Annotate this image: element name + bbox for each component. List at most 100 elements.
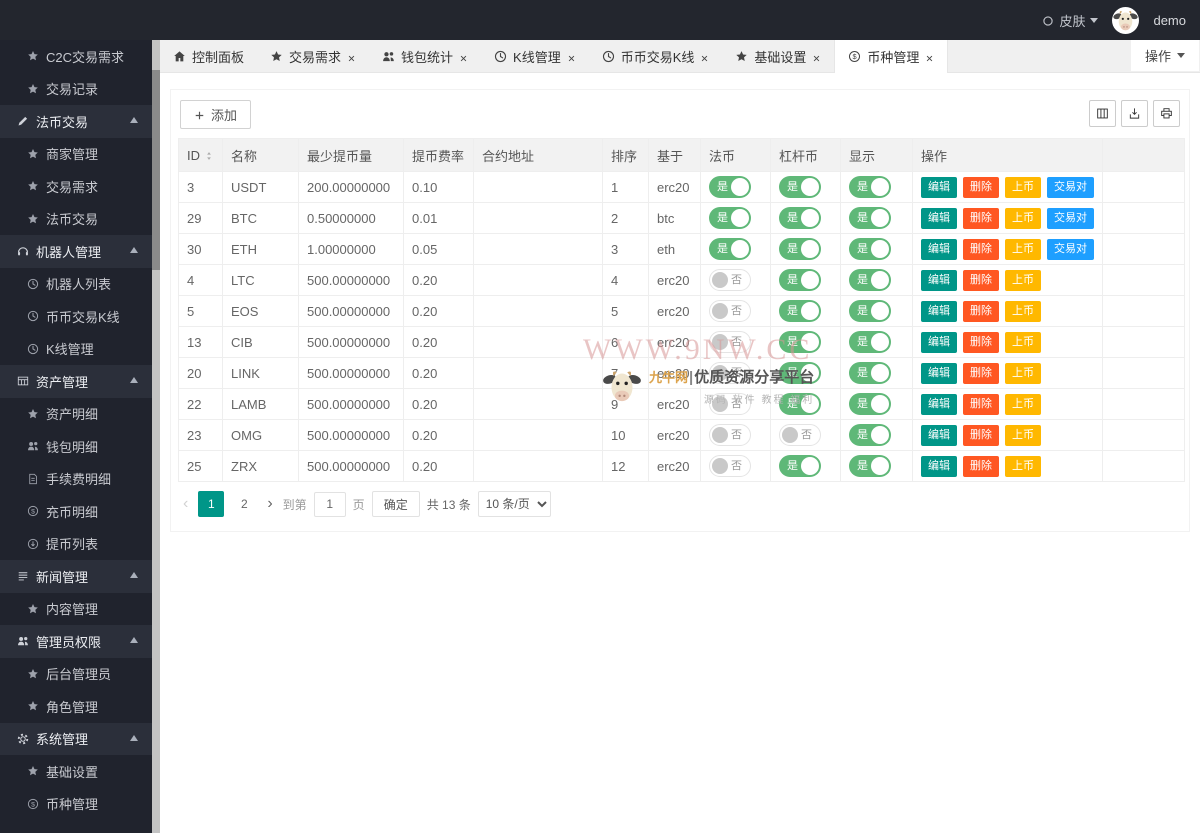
tab-close-button[interactable] <box>812 49 821 64</box>
listing-button[interactable]: 上币 <box>1005 394 1041 415</box>
edit-button[interactable]: 编辑 <box>921 394 957 415</box>
fiat-toggle[interactable]: 否 <box>709 269 751 291</box>
tab-close-button[interactable] <box>700 49 709 64</box>
sidebar-item[interactable]: 法币交易 <box>0 203 152 236</box>
tab-close-button[interactable] <box>567 49 576 64</box>
pair-button[interactable]: 交易对 <box>1047 239 1094 260</box>
sidebar-item[interactable]: 内容管理 <box>0 593 152 626</box>
show-toggle[interactable]: 是 <box>849 393 891 415</box>
sidebar-item[interactable]: 角色管理 <box>0 690 152 723</box>
lever-toggle[interactable]: 否 <box>779 424 821 446</box>
print-button[interactable] <box>1153 100 1180 127</box>
tab-close-button[interactable] <box>459 49 468 64</box>
tab-钱包统计[interactable]: 钱包统计 <box>369 40 481 72</box>
fiat-toggle[interactable]: 否 <box>709 424 751 446</box>
sidebar-scrollbar[interactable] <box>152 40 160 833</box>
listing-button[interactable]: 上币 <box>1005 239 1041 260</box>
tab-币币交易K线[interactable]: 币币交易K线 <box>589 40 723 72</box>
lever-toggle[interactable]: 是 <box>779 300 821 322</box>
tab-close-button[interactable] <box>347 49 356 64</box>
tab-币种管理[interactable]: $币种管理 <box>834 40 948 73</box>
lever-toggle[interactable]: 是 <box>779 455 821 477</box>
close-icon[interactable] <box>700 54 709 63</box>
sidebar-item[interactable]: 手续费明细 <box>0 463 152 496</box>
lever-toggle[interactable]: 是 <box>779 176 821 198</box>
close-icon[interactable] <box>925 54 934 63</box>
avatar[interactable] <box>1112 7 1139 34</box>
sidebar-item[interactable]: 商家管理 <box>0 138 152 171</box>
lever-toggle[interactable]: 是 <box>779 393 821 415</box>
next-page-button[interactable]: › <box>264 491 275 517</box>
page-number-button[interactable]: 1 <box>198 491 224 517</box>
page-number-button[interactable]: 2 <box>231 491 257 517</box>
close-icon[interactable] <box>567 54 576 63</box>
show-toggle[interactable]: 是 <box>849 269 891 291</box>
edit-button[interactable]: 编辑 <box>921 456 957 477</box>
fiat-toggle[interactable]: 是 <box>709 207 751 229</box>
goto-confirm-button[interactable]: 确定 <box>372 491 420 517</box>
sidebar-item[interactable]: 后台管理员 <box>0 658 152 691</box>
edit-button[interactable]: 编辑 <box>921 363 957 384</box>
sidebar-group-header[interactable]: 管理员权限 <box>0 625 152 658</box>
lever-toggle[interactable]: 是 <box>779 238 821 260</box>
delete-button[interactable]: 删除 <box>963 239 999 260</box>
edit-button[interactable]: 编辑 <box>921 177 957 198</box>
tab-close-button[interactable] <box>925 49 934 64</box>
page-size-select[interactable]: 10 条/页 <box>478 491 551 517</box>
edit-button[interactable]: 编辑 <box>921 208 957 229</box>
show-toggle[interactable]: 是 <box>849 424 891 446</box>
sidebar-scrollbar-thumb[interactable] <box>152 70 160 270</box>
pair-button[interactable]: 交易对 <box>1047 177 1094 198</box>
listing-button[interactable]: 上币 <box>1005 208 1041 229</box>
sidebar-group-header[interactable]: 机器人管理 <box>0 235 152 268</box>
sidebar-group-header[interactable]: 法币交易 <box>0 105 152 138</box>
edit-button[interactable]: 编辑 <box>921 425 957 446</box>
delete-button[interactable]: 删除 <box>963 177 999 198</box>
listing-button[interactable]: 上币 <box>1005 270 1041 291</box>
tab-actions-button[interactable]: 操作 <box>1130 40 1200 72</box>
delete-button[interactable]: 删除 <box>963 301 999 322</box>
edit-button[interactable]: 编辑 <box>921 270 957 291</box>
show-toggle[interactable]: 是 <box>849 362 891 384</box>
fiat-toggle[interactable]: 否 <box>709 300 751 322</box>
listing-button[interactable]: 上币 <box>1005 332 1041 353</box>
edit-button[interactable]: 编辑 <box>921 239 957 260</box>
sidebar-item[interactable]: 资产明细 <box>0 398 152 431</box>
sidebar-item[interactable]: 钱包明细 <box>0 430 152 463</box>
fiat-toggle[interactable]: 是 <box>709 176 751 198</box>
edit-button[interactable]: 编辑 <box>921 332 957 353</box>
tab-K线管理[interactable]: K线管理 <box>481 40 589 72</box>
show-toggle[interactable]: 是 <box>849 300 891 322</box>
sort-icon[interactable] <box>204 148 214 163</box>
delete-button[interactable]: 删除 <box>963 363 999 384</box>
username[interactable]: demo <box>1153 13 1186 28</box>
sidebar-item[interactable]: 机器人列表 <box>0 268 152 301</box>
sidebar-group-header[interactable]: 资产管理 <box>0 365 152 398</box>
fiat-toggle[interactable]: 否 <box>709 331 751 353</box>
show-toggle[interactable]: 是 <box>849 207 891 229</box>
show-toggle[interactable]: 是 <box>849 176 891 198</box>
sidebar-item[interactable]: 基础设置 <box>0 755 152 788</box>
tab-交易需求[interactable]: 交易需求 <box>257 40 369 72</box>
close-icon[interactable] <box>812 54 821 63</box>
pair-button[interactable]: 交易对 <box>1047 208 1094 229</box>
delete-button[interactable]: 删除 <box>963 208 999 229</box>
skin-switcher[interactable]: 皮肤 <box>1042 11 1098 30</box>
fiat-toggle[interactable]: 否 <box>709 362 751 384</box>
show-toggle[interactable]: 是 <box>849 238 891 260</box>
goto-page-input[interactable] <box>314 492 346 517</box>
prev-page-button[interactable]: ‹ <box>180 491 191 517</box>
listing-button[interactable]: 上币 <box>1005 177 1041 198</box>
listing-button[interactable]: 上币 <box>1005 363 1041 384</box>
edit-button[interactable]: 编辑 <box>921 301 957 322</box>
listing-button[interactable]: 上币 <box>1005 456 1041 477</box>
sidebar-item[interactable]: 交易需求 <box>0 170 152 203</box>
tab-基础设置[interactable]: 基础设置 <box>722 40 834 72</box>
fiat-toggle[interactable]: 否 <box>709 455 751 477</box>
sidebar-item[interactable]: 币币交易K线 <box>0 300 152 333</box>
sidebar-item[interactable]: $充币明细 <box>0 495 152 528</box>
add-button[interactable]: 添加 <box>180 100 251 129</box>
tab-控制面板[interactable]: 控制面板 <box>160 40 257 72</box>
sidebar-item[interactable]: 交易记录 <box>0 73 152 106</box>
lever-toggle[interactable]: 是 <box>779 207 821 229</box>
